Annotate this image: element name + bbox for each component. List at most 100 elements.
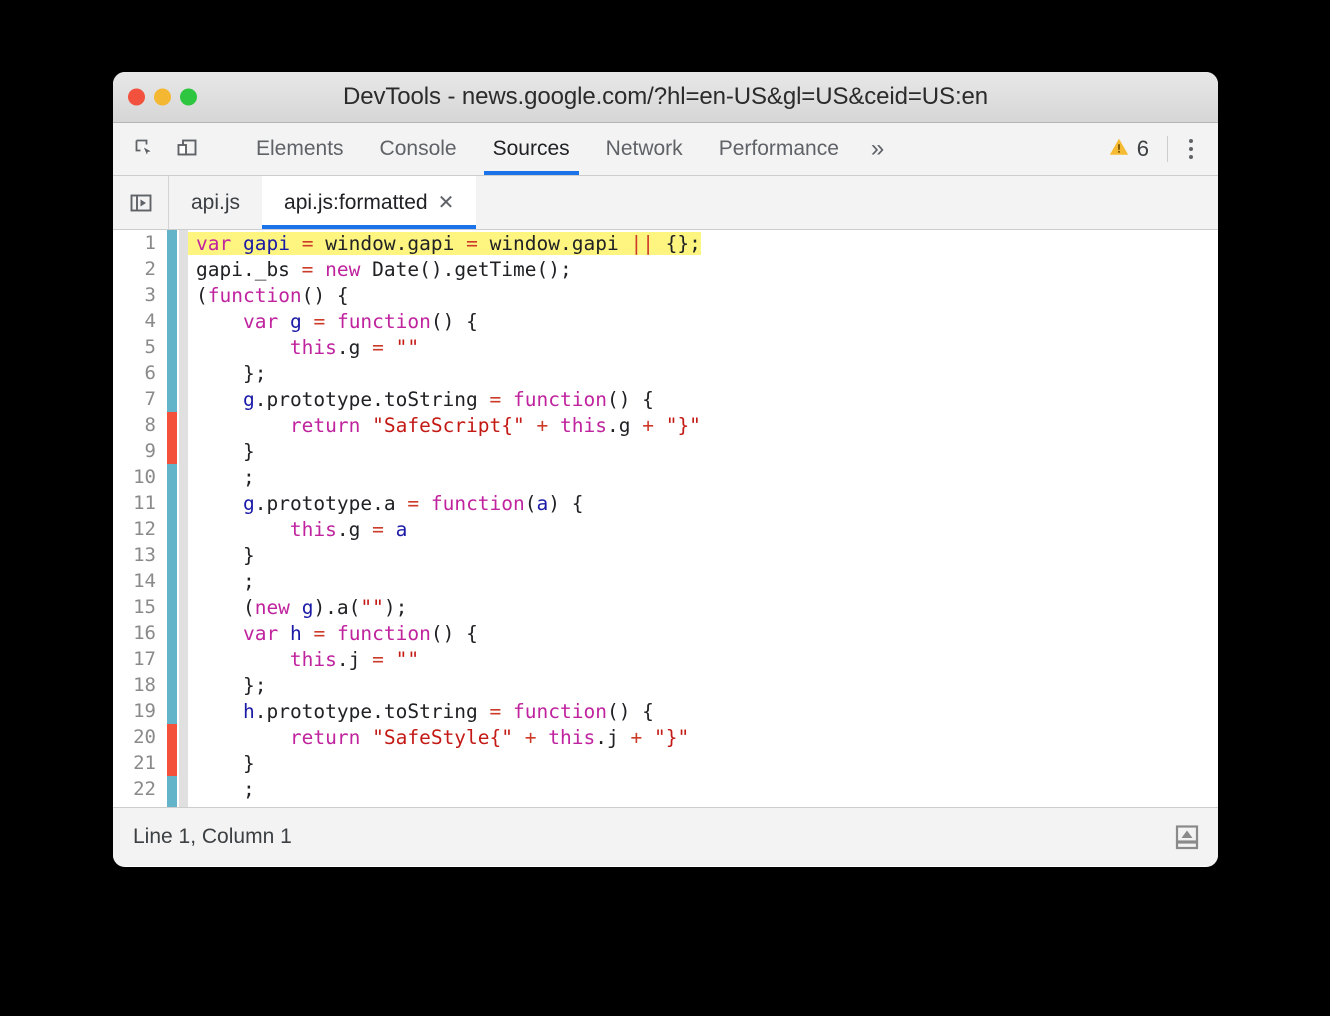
code-line-text: }; <box>196 673 267 697</box>
device-toolbar-icon[interactable] <box>171 133 203 165</box>
tab-console[interactable]: Console <box>362 123 475 175</box>
line-number[interactable]: 11 <box>113 492 165 514</box>
line-number[interactable]: 5 <box>113 336 165 358</box>
code-line-text: (new g).a(""); <box>196 595 408 619</box>
coverage-gutter-marker <box>165 256 179 282</box>
code-line: 18 }; <box>113 672 1218 698</box>
coverage-gutter-marker <box>165 620 179 646</box>
gutter-separator <box>179 568 188 594</box>
tab-network[interactable]: Network <box>588 123 701 175</box>
traffic-lights <box>128 88 197 106</box>
gutter-separator <box>179 542 188 568</box>
line-number[interactable]: 7 <box>113 388 165 410</box>
more-panels-button[interactable]: » <box>857 123 898 175</box>
source-tab-api-js-formatted[interactable]: api.js:formatted ✕ <box>262 176 477 229</box>
code-line: 19 h.prototype.toString = function() { <box>113 698 1218 724</box>
toolbar-right-divider <box>1167 136 1168 162</box>
code-line: 15 (new g).a(""); <box>113 594 1218 620</box>
line-number[interactable]: 14 <box>113 570 165 592</box>
gutter-separator <box>179 386 188 412</box>
coverage-gutter-marker <box>165 282 179 308</box>
toolbar-right-group: 6 <box>1098 123 1218 175</box>
line-number[interactable]: 22 <box>113 778 165 800</box>
gutter-separator <box>179 646 188 672</box>
code-line: 8 return "SafeScript{" + this.g + "}" <box>113 412 1218 438</box>
coverage-gutter-marker <box>165 360 179 386</box>
line-number[interactable]: 17 <box>113 648 165 670</box>
code-line: 13 } <box>113 542 1218 568</box>
show-navigator-icon[interactable] <box>113 176 169 229</box>
gutter-separator <box>179 802 188 807</box>
gutter-separator <box>179 750 188 776</box>
toolbar-icon-group <box>113 123 238 175</box>
line-number[interactable]: 10 <box>113 466 165 488</box>
maximize-window-button[interactable] <box>180 88 197 106</box>
gutter-separator <box>179 620 188 646</box>
close-window-button[interactable] <box>128 88 145 106</box>
line-number[interactable]: 6 <box>113 362 165 384</box>
close-tab-icon[interactable]: ✕ <box>438 193 455 213</box>
line-number[interactable]: 3 <box>113 284 165 306</box>
code-line-text: gapi._bs = new Date().getTime(); <box>196 257 572 281</box>
line-number[interactable]: 19 <box>113 700 165 722</box>
code-line: 16 var h = function() { <box>113 620 1218 646</box>
code-line: 23 h.prototype.a = function(a) { <box>113 802 1218 807</box>
code-line-text: return "SafeScript{" + this.g + "}" <box>289 413 701 437</box>
line-number[interactable]: 16 <box>113 622 165 644</box>
code-line-text: ; <box>196 569 255 593</box>
gutter-separator <box>179 256 188 282</box>
code-line-text: }; <box>196 361 267 385</box>
line-number[interactable]: 8 <box>113 414 165 436</box>
line-number[interactable]: 18 <box>113 674 165 696</box>
line-number[interactable]: 12 <box>113 518 165 540</box>
source-tab-api-js[interactable]: api.js <box>169 176 262 229</box>
code-line: 7 g.prototype.toString = function() { <box>113 386 1218 412</box>
coverage-gutter-marker <box>165 724 179 750</box>
code-line: 6 }; <box>113 360 1218 386</box>
line-number[interactable]: 23 <box>113 804 165 807</box>
kebab-menu-icon[interactable] <box>1176 134 1206 164</box>
warning-triangle-icon <box>1108 136 1130 163</box>
source-tab-bar: api.js api.js:formatted ✕ <box>113 176 1218 230</box>
inspect-element-icon[interactable] <box>129 133 161 165</box>
warning-badge[interactable]: 6 <box>1098 136 1159 163</box>
line-number[interactable]: 13 <box>113 544 165 566</box>
code-line-text: this.j = "" <box>289 647 420 671</box>
gutter-separator <box>179 672 188 698</box>
code-line: 20 return "SafeStyle{" + this.j + "}" <box>113 724 1218 750</box>
line-number[interactable]: 20 <box>113 726 165 748</box>
tab-console-label: Console <box>379 137 457 160</box>
gutter-separator <box>179 282 188 308</box>
line-number[interactable]: 9 <box>113 440 165 462</box>
coverage-gutter-marker <box>165 776 179 802</box>
code-line-text: this.g = "" <box>289 335 420 359</box>
source-tab-api-js-label: api.js <box>191 190 241 214</box>
coverage-gutter-marker <box>165 672 179 698</box>
editor-status-bar: Line 1, Column 1 <box>113 807 1218 866</box>
code-line-text: (function() { <box>196 283 349 307</box>
tab-performance[interactable]: Performance <box>701 123 857 175</box>
coverage-gutter-marker <box>165 334 179 360</box>
line-number[interactable]: 21 <box>113 752 165 774</box>
coverage-gutter-marker <box>165 698 179 724</box>
pretty-print-icon[interactable] <box>1170 820 1204 854</box>
line-number[interactable]: 4 <box>113 310 165 332</box>
tab-sources[interactable]: Sources <box>475 123 588 175</box>
line-number[interactable]: 1 <box>113 232 165 254</box>
coverage-gutter-marker <box>165 802 179 807</box>
tab-elements[interactable]: Elements <box>238 123 362 175</box>
line-number[interactable]: 15 <box>113 596 165 618</box>
source-code-editor[interactable]: 1 var gapi = window.gapi = window.gapi ||… <box>113 230 1218 807</box>
minimize-window-button[interactable] <box>154 88 171 106</box>
tab-elements-label: Elements <box>256 137 344 160</box>
line-number[interactable]: 2 <box>113 258 165 280</box>
code-line: 11 g.prototype.a = function(a) { <box>113 490 1218 516</box>
coverage-gutter-marker <box>165 464 179 490</box>
code-line-text: } <box>196 751 255 775</box>
code-line-text: h.prototype.toString = function() { <box>242 699 654 723</box>
code-line: 21 } <box>113 750 1218 776</box>
window-titlebar: DevTools - news.google.com/?hl=en-US&gl=… <box>113 72 1218 123</box>
gutter-separator <box>179 724 188 750</box>
code-line-text: ; <box>196 465 255 489</box>
gutter-separator <box>179 334 188 360</box>
